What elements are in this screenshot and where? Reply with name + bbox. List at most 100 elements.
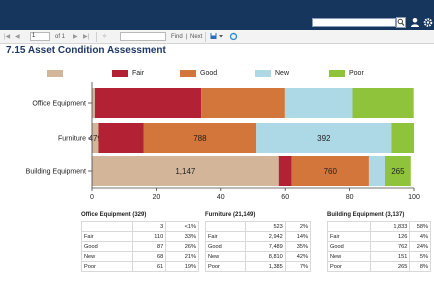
row-count: 2,942 [244,231,286,242]
row-count: 1,833 [370,221,411,232]
bar-segment [98,123,144,153]
office-equipment-table: 3 <1% Fair 110 33% Good 87 26% New 68 21% Poor 61 19% [80,221,199,272]
row-label [205,221,246,232]
export-icon[interactable] [210,32,224,42]
row-percent: 5% [409,251,431,262]
search-input[interactable] [312,18,396,27]
user-icon[interactable] [410,17,420,28]
row-percent: 8% [409,261,431,272]
row-label: Poor [326,261,372,272]
bar-segment [278,156,292,186]
row-count: 7,489 [244,241,286,252]
legend-label: Fair [132,70,145,77]
x-tick-label: 40 [217,194,225,201]
row-count: 151 [370,251,411,262]
table-row: 1,833 58% [326,221,431,232]
row-label: New [205,251,246,262]
legend-label: New [275,70,290,77]
find-input[interactable] [120,32,166,41]
legend-label: Poor [349,70,364,77]
table-row: 523 2% [205,221,312,232]
bar-data-label: 1,147 [175,167,196,176]
gear-icon[interactable] [423,17,433,28]
category-label: Office Equipment [32,101,86,108]
row-count: 68 [132,251,167,262]
x-tick-label: 60 [281,194,289,201]
table-row: Poor 265 8% [326,261,431,272]
row-label: Poor [205,261,246,272]
bar-segment [92,88,95,118]
row-percent: 33% [165,231,199,242]
row-label: Fair [80,231,134,242]
next-page-button[interactable]: ▶ [73,32,78,42]
table-row: Good 762 24% [326,241,431,252]
find-button[interactable]: Find [171,32,183,42]
legend-swatch [180,70,196,77]
table-title-office-equipment: Office Equipment (329) [81,212,147,218]
previous-page-button[interactable]: ◀ [15,32,20,42]
row-percent: 14% [284,231,312,242]
row-count: 762 [370,241,411,252]
furniture-table: 523 2% Fair 2,942 14% Good 7,489 35% New 8,810 42%… [205,221,312,272]
row-label [80,221,134,232]
category-label: Furniture [58,136,86,143]
legend-swatch [47,70,63,77]
x-tick-label: 100 [408,194,420,201]
page-title: 7.15 Asset Condition Assessment [6,45,166,56]
find-separator: | [186,34,188,40]
bar-segment [391,123,414,153]
row-label: Good [326,241,372,252]
row-percent: 7% [284,261,312,272]
legend-swatch [329,70,345,77]
condition-bar-chart: Office Equipment479 788 392Furniture1,147 7… [26,82,420,201]
x-tick-label: 0 [90,194,94,201]
bar-data-label: 760 [324,167,338,176]
bar-segment [201,88,285,118]
toolbar-separator [205,32,206,42]
row-count: 1,385 [244,261,286,272]
table-row: Good 87 26% [80,241,199,252]
row-count: 87 [132,241,167,252]
search-icon[interactable] [396,17,406,28]
last-page-button[interactable]: ▶| [83,32,89,42]
table-row: Poor 61 19% [80,261,199,272]
row-percent: 26% [165,241,199,252]
x-tick-label: 20 [153,194,161,201]
x-tick-label: 80 [346,194,354,201]
find-next-button[interactable]: Next [190,32,202,42]
bar-data-label: 788 [193,134,207,143]
row-label: Fair [205,231,246,242]
table-title-furniture: Furniture (21,149) [205,212,256,218]
row-label: Poor [80,261,134,272]
category-label: Building Equipment [26,169,86,176]
row-count: 3 [132,221,167,232]
legend-swatch [112,70,128,77]
row-label [326,221,372,232]
building-equipment-table: 1,833 58% Fair 126 4% Good 762 24% New 151 5% Poor 2… [326,221,431,272]
page-count-label: of 1 [55,34,66,40]
row-count: 110 [132,231,167,242]
first-page-button[interactable]: |◀ [4,32,10,42]
row-count: 61 [132,261,167,272]
table-row: Poor 1,385 7% [205,261,312,272]
back-icon[interactable]: ✧ [102,32,107,42]
refresh-icon[interactable] [229,32,238,42]
bar-segment [368,156,386,186]
row-count: 265 [370,261,411,272]
row-percent: 42% [284,251,312,262]
table-row: Good 7,489 35% [205,241,312,252]
table-row: 3 <1% [80,221,199,232]
table-row: Fair 126 4% [326,231,431,242]
row-percent: 4% [409,231,431,242]
row-label: Good [205,241,246,252]
row-percent: 2% [284,221,312,232]
row-percent: 19% [165,261,199,272]
page-number-input[interactable]: 1 [30,32,50,41]
toolbar-separator [96,32,97,42]
row-percent: <1% [165,221,199,232]
table-row: Fair 2,942 14% [205,231,312,242]
row-count: 126 [370,231,411,242]
row-count: 523 [244,221,286,232]
bar-segment [94,88,202,118]
row-label: Good [80,241,134,252]
